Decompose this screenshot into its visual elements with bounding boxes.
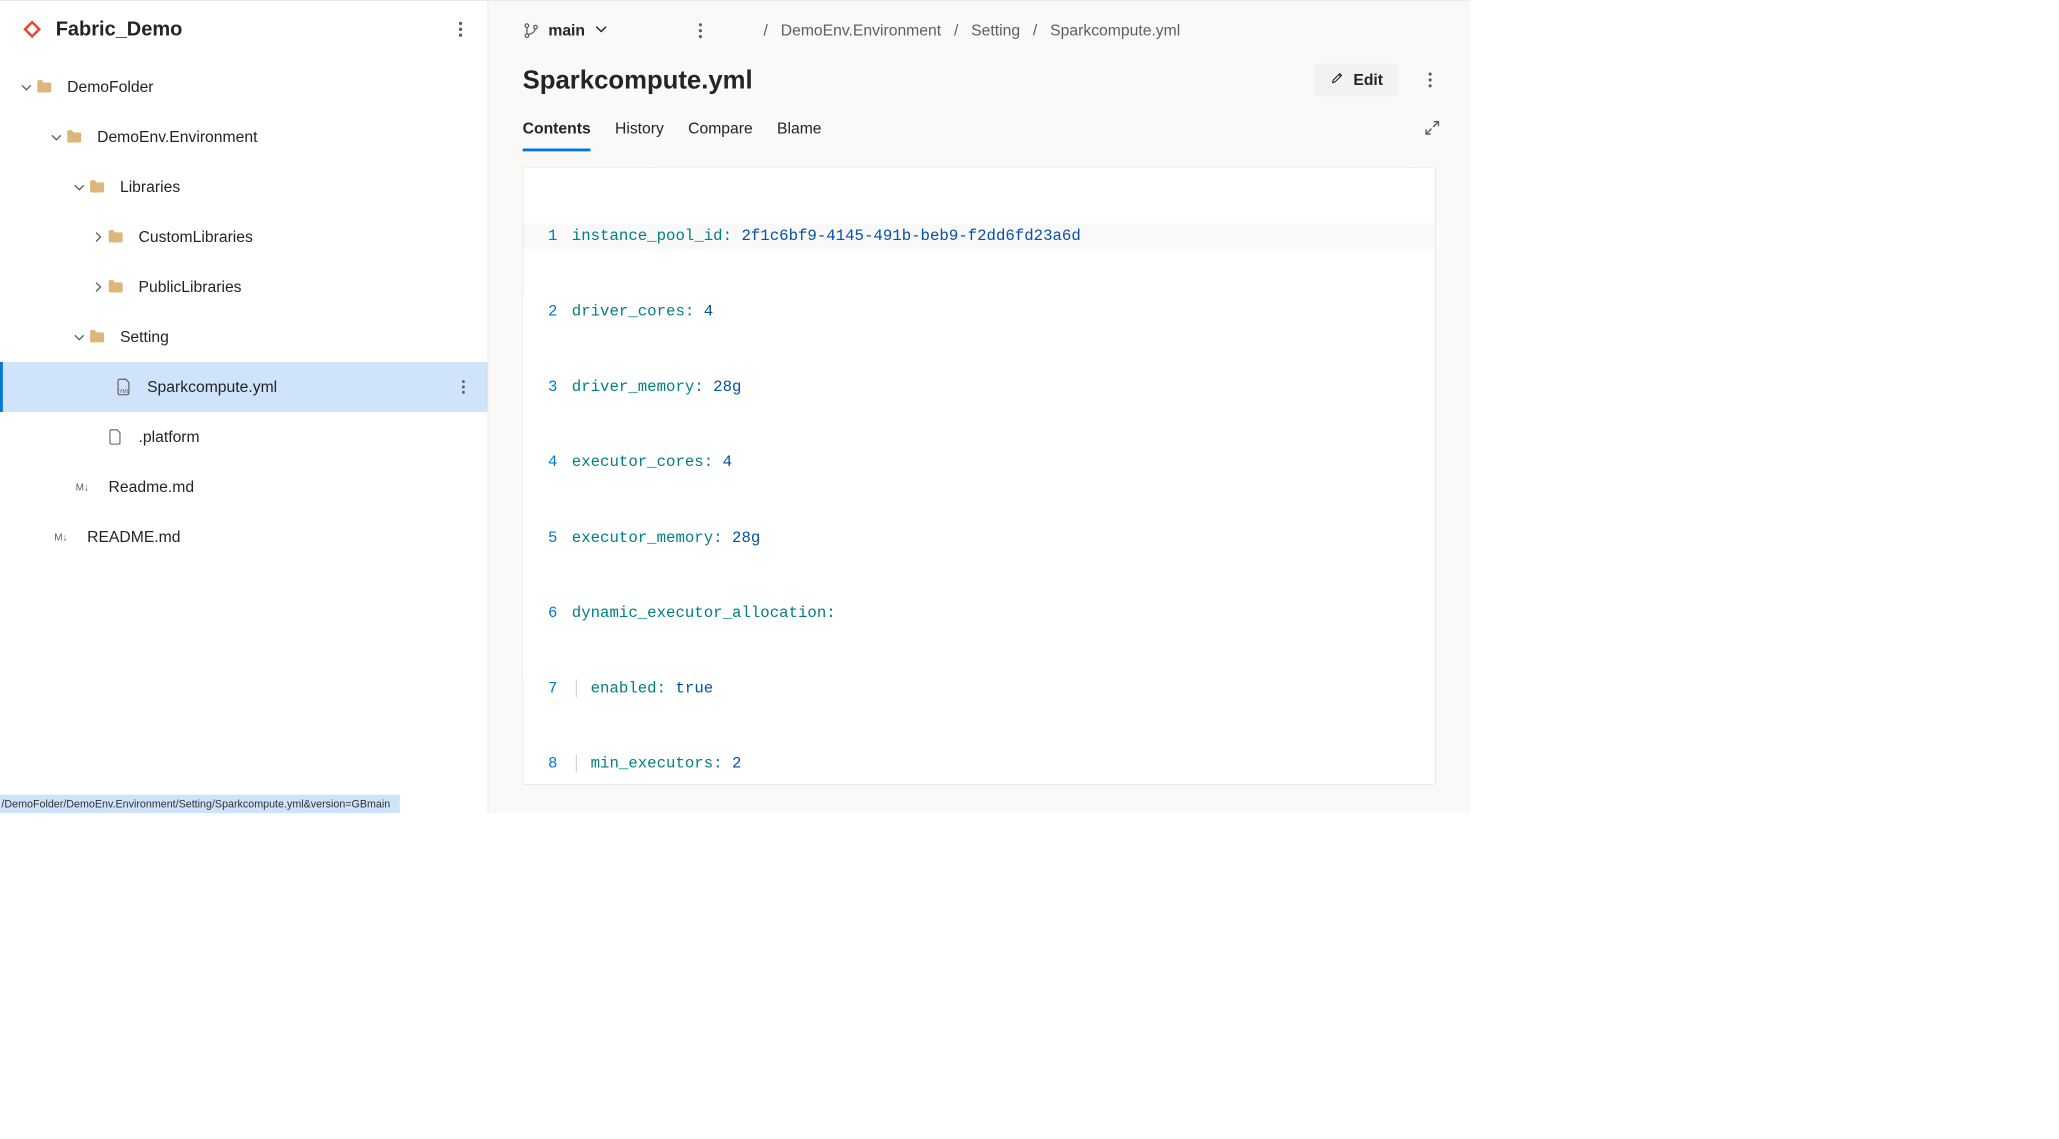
status-bar: /DemoFolder/DemoEnv.Environment/Setting/… [0,795,400,814]
expand-icon[interactable] [1423,119,1442,138]
tree-file-sparkcompute[interactable]: YML Sparkcompute.yml [0,362,488,412]
edit-button-label: Edit [1353,71,1383,90]
code-viewer: 1instance_pool_id: 2f1c6bf9-4145-491b-be… [523,167,1436,785]
file-more-button[interactable] [1419,69,1442,92]
breadcrumb-link-demoenv[interactable]: DemoEnv.Environment [781,21,941,40]
content-topbar: main / DemoEnv.Environment / Setting / S… [488,1,1470,54]
branch-icon [523,22,540,39]
folder-icon [87,327,107,347]
tree-item-label: .platform [139,428,474,447]
tree-item-label: PublicLibraries [139,278,474,297]
tree-item-label: Libraries [120,178,473,197]
yml-file-icon: YML [114,377,134,397]
breadcrumb-separator: / [764,21,768,40]
tree-item-label: DemoEnv.Environment [97,128,473,147]
status-bar-text: /DemoFolder/DemoEnv.Environment/Setting/… [1,798,390,810]
folder-icon [64,127,84,147]
pencil-icon [1330,71,1344,90]
tree-file-readme-lower[interactable]: M↓ Readme.md [0,462,488,512]
markdown-icon: M↓ [76,477,96,497]
chevron-down-icon [19,80,35,94]
folder-icon [106,227,126,247]
tree-file-platform[interactable]: .platform [0,412,488,462]
tree-item-label: CustomLibraries [139,228,474,247]
tree-folder-publiclibraries[interactable]: PublicLibraries [0,262,488,312]
tab-contents[interactable]: Contents [523,105,591,151]
breadcrumb-separator: / [954,21,958,40]
branch-selector[interactable]: main [523,21,610,41]
tree-folder-setting[interactable]: Setting [0,312,488,362]
svg-text:M↓: M↓ [76,483,89,494]
file-title: Sparkcompute.yml [523,65,1315,95]
tree-folder-libraries[interactable]: Libraries [0,162,488,212]
tree-folder-customlibraries[interactable]: CustomLibraries [0,212,488,262]
tab-compare[interactable]: Compare [688,105,753,151]
file-header: Sparkcompute.yml Edit [488,54,1470,105]
chevron-down-icon [71,180,87,194]
breadcrumb: / DemoEnv.Environment / Setting / Sparkc… [764,21,1181,40]
tree-item-label: README.md [87,528,473,547]
svg-text:YML: YML [119,389,130,395]
breadcrumb-link-setting[interactable]: Setting [971,21,1020,40]
tree-folder-demofolder[interactable]: DemoFolder [0,62,488,112]
repo-more-button[interactable] [449,18,472,41]
repo-title: Fabric_Demo [56,18,437,41]
edit-button[interactable]: Edit [1315,64,1399,97]
topbar-more-button[interactable] [689,19,712,42]
repo-icon [21,19,42,40]
tree-item-label: DemoFolder [67,78,473,97]
tabs: Contents History Compare Blame [488,105,1470,151]
sidebar: Fabric_Demo DemoFolder DemoEnv.Environme… [0,1,488,814]
content-pane: main / DemoEnv.Environment / Setting / S… [488,1,1470,814]
chevron-down-icon [594,21,610,41]
tree-item-label: Setting [120,328,473,347]
folder-icon [34,77,54,97]
chevron-right-icon [90,230,106,244]
folder-icon [87,177,107,197]
tree-item-more-button[interactable] [453,377,473,397]
folder-icon [106,277,126,297]
sidebar-header: Fabric_Demo [0,1,488,58]
markdown-icon: M↓ [54,527,74,547]
chevron-down-icon [49,130,65,144]
file-tree: DemoFolder DemoEnv.Environment Libraries… [0,58,488,795]
branch-name: main [548,21,585,40]
tree-folder-demoenv[interactable]: DemoEnv.Environment [0,112,488,162]
tree-item-label: Readme.md [109,478,474,497]
code-content[interactable]: 1instance_pool_id: 2f1c6bf9-4145-491b-be… [523,168,1435,785]
chevron-right-icon [90,280,106,294]
tree-file-readme-upper[interactable]: M↓ README.md [0,512,488,562]
tab-blame[interactable]: Blame [777,105,822,151]
breadcrumb-separator: / [1033,21,1037,40]
breadcrumb-current: Sparkcompute.yml [1050,21,1180,40]
tab-history[interactable]: History [615,105,664,151]
file-icon [106,427,126,447]
chevron-down-icon [71,330,87,344]
tree-item-label: Sparkcompute.yml [147,378,453,397]
svg-text:M↓: M↓ [54,533,67,544]
